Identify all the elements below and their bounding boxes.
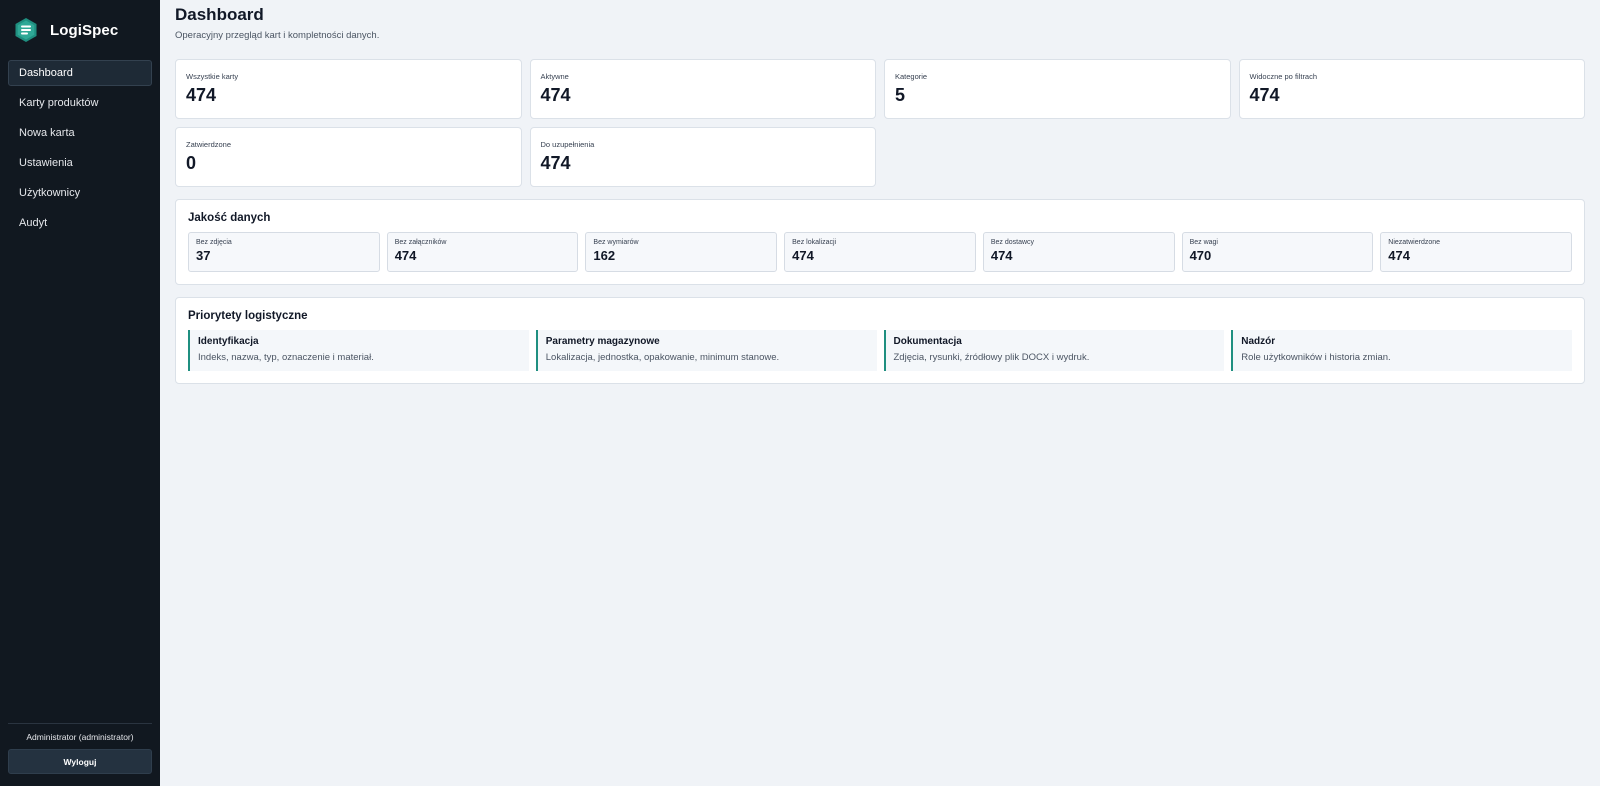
main-content: Dashboard Operacyjny przegląd kart i kom… [160,0,1600,786]
stat-value: 474 [186,85,217,105]
stat-card-categories: Kategorie 5 [884,59,1231,119]
quality-card: Bez dostawcy 474 [982,232,1175,272]
priority-desc: Zdjęcia, rysunki, źródłowy plik DOCX i w… [893,352,1090,363]
stat-card-approved: Zatwierdzone 0 [175,127,522,187]
stat-label: Do uzupełnienia [540,140,595,149]
quality-value: 474 [1388,248,1410,263]
sidebar-footer: Administrator (administrator) Wyloguj [8,723,152,786]
stat-card-all: Wszystkie karty 474 [175,59,522,119]
current-user-label: Administrator (administrator) [26,732,134,742]
sidebar-item-uzytkownicy[interactable]: Użytkownicy [8,180,152,206]
priority-title: Parametry magazynowe [545,336,660,347]
logo-icon [15,18,37,42]
priority-card-documentation: Dokumentacja Zdjęcia, rysunki, źródłowy … [883,330,1225,371]
priority-desc: Lokalizacja, jednostka, opakowanie, mini… [545,352,780,363]
quality-label: Bez wymiarów [593,239,639,246]
quality-label: Bez zdjęcia [196,239,232,246]
sidebar-nav: Dashboard Karty produktów Nowa karta Ust… [8,60,152,240]
quality-value: 162 [593,248,616,263]
stat-value: 5 [895,85,906,105]
quality-card: Bez zdjęcia 37 [188,232,380,272]
sidebar-item-dashboard[interactable]: Dashboard [8,60,152,86]
stat-card-active: Aktywne 474 [529,59,876,119]
quality-label: Bez załączników [394,239,447,246]
quality-value: 474 [394,248,417,263]
quality-value: 474 [990,248,1013,263]
stat-value: 474 [1249,85,1280,105]
priority-desc: Role użytkowników i historia zmian. [1241,352,1391,363]
priority-card-identification: Identyfikacja Indeks, nazwa, typ, oznacz… [188,330,529,371]
quality-card: Bez wymiarów 162 [585,232,778,272]
data-quality-title: Jakość danych [188,212,271,224]
priority-title: Nadzór [1241,336,1276,347]
stat-label: Zatwierdzone [186,140,232,149]
stat-card-visible: Widoczne po filtrach 474 [1238,59,1585,119]
quality-label: Bez lokalizacji [792,239,837,246]
quality-label: Bez dostawcy [990,239,1035,246]
quality-card: Bez załączników 474 [386,232,579,272]
priority-title: Identyfikacja [198,336,259,347]
sidebar-item-audyt[interactable]: Audyt [8,210,152,236]
sidebar-item-nowa-karta[interactable]: Nowa karta [8,120,152,146]
stat-value: 474 [540,153,571,173]
stats-grid: Wszystkie karty 474 Aktywne 474 Kategori… [175,59,1585,187]
stat-label: Wszystkie karty [186,72,239,81]
logistics-priorities-grid: Identyfikacja Indeks, nazwa, typ, oznacz… [188,330,1572,371]
quality-card: Bez wagi 470 [1181,232,1374,272]
stat-card-to-complete: Do uzupełnienia 474 [529,127,876,187]
page-title: Dashboard [175,5,264,24]
stat-value: 0 [186,153,197,173]
logistics-priorities-title: Priorytety logistyczne [188,310,308,322]
stat-label: Kategorie [895,72,928,81]
data-quality-grid: Bez zdjęcia 37 Bez załączników 474 Bez w… [188,232,1572,272]
data-quality-panel: Jakość danych Bez zdjęcia 37 Bez załączn… [175,199,1585,285]
quality-value: 470 [1189,248,1212,263]
quality-card: Niezatwierdzone 474 [1380,232,1572,272]
priority-card-supervision: Nadzór Role użytkowników i historia zmia… [1231,330,1572,371]
stat-label: Aktywne [540,72,569,81]
quality-value: 474 [792,248,814,263]
logout-button[interactable]: Wyloguj [8,749,152,774]
priority-title: Dokumentacja [893,336,962,347]
priority-desc: Indeks, nazwa, typ, oznaczenie i materia… [198,352,374,363]
sidebar-item-karty-produktow[interactable]: Karty produktów [8,90,152,116]
stat-label: Widoczne po filtrach [1249,72,1318,81]
page-subtitle: Operacyjny przegląd kart i kompletności … [175,30,380,41]
priority-card-warehouse: Parametry magazynowe Lokalizacja, jednos… [535,330,877,371]
logistics-priorities-panel: Priorytety logistyczne Identyfikacja Ind… [175,297,1585,384]
quality-value: 37 [196,248,211,263]
stat-value: 474 [540,85,571,105]
sidebar: LogiSpec Dashboard Karty produktów Nowa … [0,0,160,786]
brand-name: LogiSpec [50,21,119,39]
quality-label: Bez wagi [1189,239,1218,246]
quality-card: Bez lokalizacji 474 [784,232,976,272]
sidebar-item-ustawienia[interactable]: Ustawienia [8,150,152,176]
quality-label: Niezatwierdzone [1388,239,1441,246]
brand[interactable]: LogiSpec [8,0,152,60]
